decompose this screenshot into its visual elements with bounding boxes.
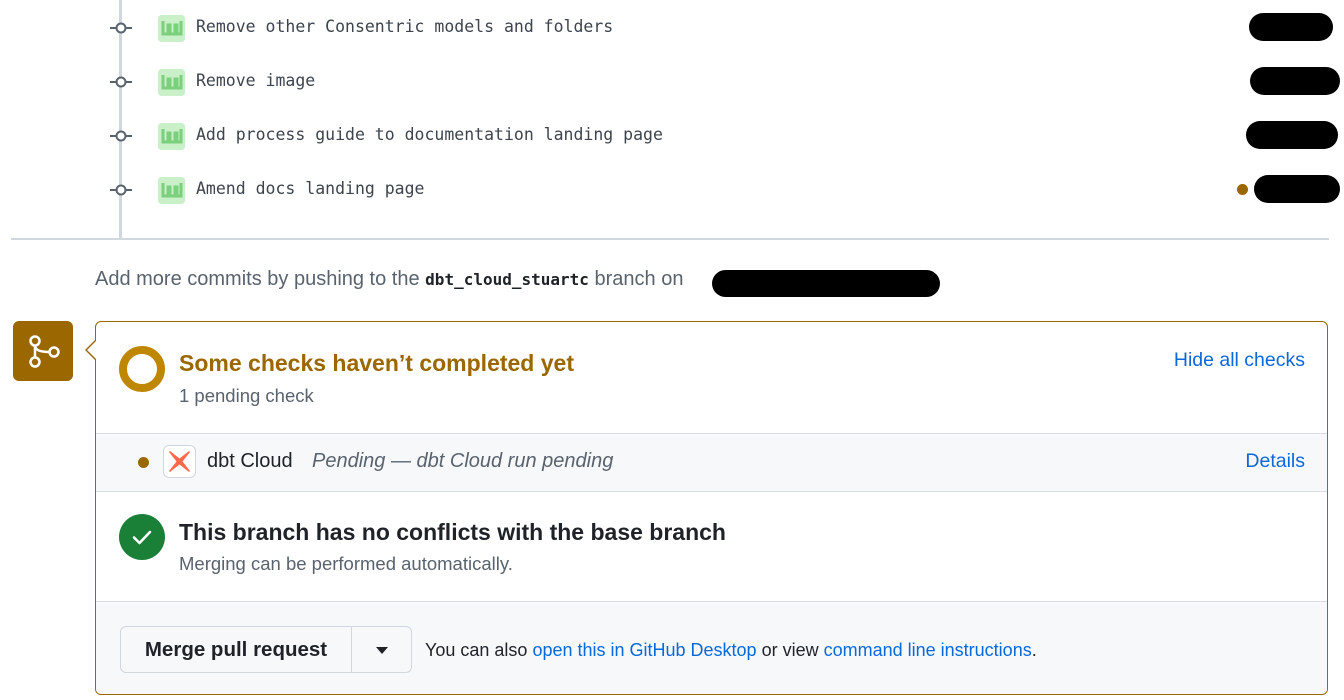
checks-subtitle: 1 pending check [179, 385, 314, 406]
merge-method-dropdown[interactable] [351, 626, 412, 673]
redacted-commit-hash [1250, 67, 1340, 95]
git-merge-icon [13, 321, 73, 381]
pending-ring-icon [119, 346, 165, 392]
author-avatar[interactable] [158, 15, 185, 42]
redacted-commit-hash [1246, 121, 1338, 149]
triangle-down-icon [376, 647, 388, 654]
commit-message[interactable]: Add process guide to documentation landi… [196, 125, 663, 144]
git-commit-icon [110, 76, 132, 88]
commit-message[interactable]: Remove image [196, 71, 315, 90]
git-commit-icon [110, 184, 132, 196]
git-commit-icon [110, 22, 132, 34]
commit-row: Amend docs landing page [0, 170, 1344, 210]
commit-row: Add process guide to documentation landi… [0, 116, 1344, 156]
pending-status-icon[interactable] [1237, 184, 1248, 195]
open-github-desktop-link[interactable]: open this in GitHub Desktop [532, 640, 756, 660]
checks-title: Some checks haven’t completed yet [179, 350, 574, 376]
redacted-commit-hash [1249, 13, 1333, 41]
merge-pull-request-button[interactable]: Merge pull request [120, 626, 352, 673]
checks-summary: Some checks haven’t completed yet 1 pend… [96, 322, 1327, 433]
also-prefix: You can also [425, 640, 528, 660]
author-avatar[interactable] [158, 123, 185, 150]
alternative-merge-hint: You can also open this in GitHub Desktop… [425, 640, 1037, 661]
commit-row: Remove image [0, 62, 1344, 102]
check-item: dbt Cloud Pending — dbt Cloud run pendin… [96, 433, 1327, 492]
trailing-period: . [1031, 640, 1037, 660]
branch-name: dbt_cloud_stuartc [425, 270, 589, 289]
command-line-instructions-link[interactable]: command line instructions [824, 640, 1032, 660]
author-avatar[interactable] [158, 69, 185, 96]
hide-all-checks-link[interactable]: Hide all checks [1174, 349, 1305, 372]
commit-row: Remove other Consentric models and folde… [0, 8, 1344, 48]
merge-actions: Merge pull request You can also open thi… [96, 602, 1327, 694]
git-commit-icon [110, 130, 132, 142]
pending-dot-icon [138, 457, 149, 468]
check-circle-icon [119, 514, 165, 560]
timeline-divider [11, 238, 1329, 240]
merge-box: Some checks haven’t completed yet 1 pend… [95, 321, 1328, 695]
dbt-logo-icon [163, 445, 196, 478]
author-avatar[interactable] [158, 177, 185, 204]
push-hint-prefix: Add more commits by pushing to the [95, 268, 420, 290]
push-hint-suffix: branch on [594, 268, 684, 290]
check-name: dbt Cloud [207, 450, 293, 472]
card-pointer-inner [87, 340, 97, 360]
or-view-text: or view [761, 640, 819, 660]
conflicts-subtitle: Merging can be performed automatically. [179, 553, 513, 574]
redacted-repository-name [712, 270, 940, 297]
redacted-commit-hash [1254, 175, 1340, 203]
commit-message[interactable]: Remove other Consentric models and folde… [196, 17, 613, 36]
conflicts-title: This branch has no conflicts with the ba… [179, 519, 726, 545]
push-hint: Add more commits by pushing to the dbt_c… [95, 268, 683, 291]
conflicts-status: This branch has no conflicts with the ba… [96, 490, 1327, 602]
commit-message[interactable]: Amend docs landing page [196, 179, 424, 198]
check-details-link[interactable]: Details [1245, 450, 1305, 473]
check-description: Pending — dbt Cloud run pending [312, 450, 614, 472]
